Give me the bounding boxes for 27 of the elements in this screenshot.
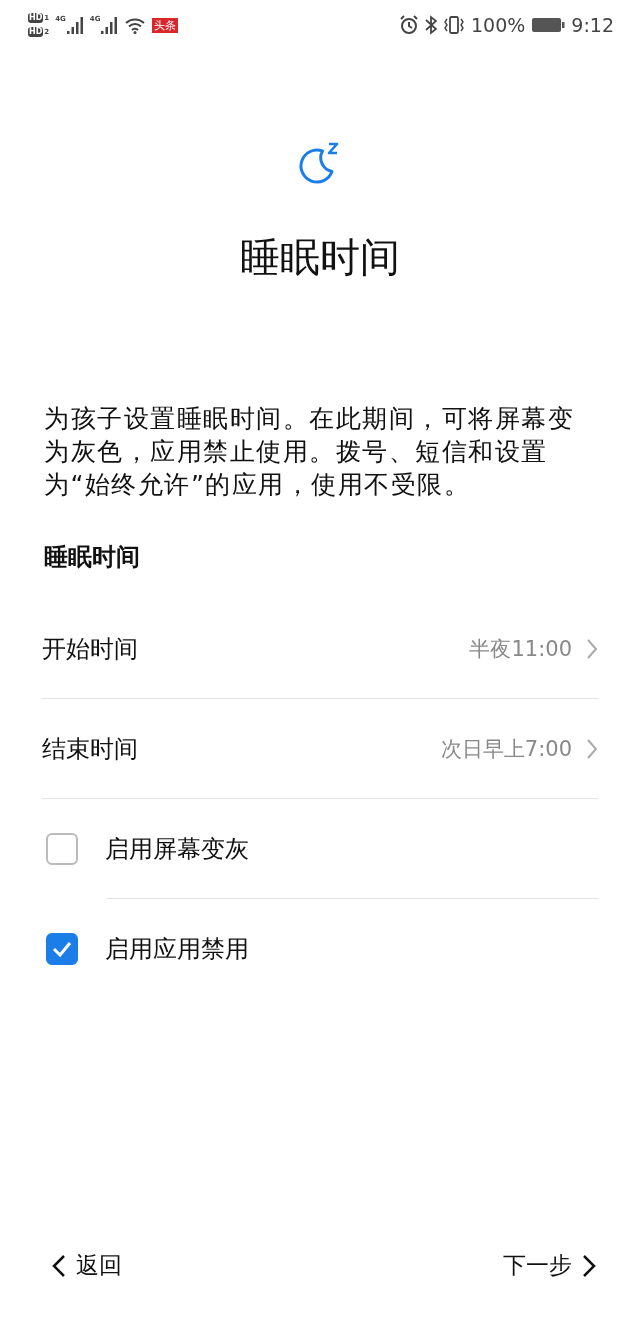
signal-icon — [65, 15, 84, 35]
chevron-left-icon — [52, 1253, 66, 1278]
checkbox-label: 启用应用禁用 — [105, 934, 249, 965]
signal-icon — [100, 15, 119, 35]
chevron-right-icon — [586, 737, 598, 760]
chevron-right-icon — [586, 637, 598, 660]
alarm-icon — [399, 15, 419, 35]
time-setting-row[interactable]: 开始时间 半夜11:00 — [42, 599, 598, 699]
time-setting-row[interactable]: 结束时间 次日早上7:00 — [42, 699, 598, 799]
checkbox[interactable] — [46, 833, 78, 865]
section-header: 睡眠时间 — [44, 542, 141, 573]
bluetooth-icon — [425, 15, 437, 35]
checkbox-label: 启用屏幕变灰 — [105, 834, 249, 865]
vibrate-icon — [443, 15, 465, 35]
clock-time: 9:12 — [571, 14, 614, 36]
hd-badge: HD — [28, 13, 44, 23]
description-text: 为孩子设置睡眠时间。在此期间，可将屏幕变为灰色，应用禁止使用。拨号、短信和设置为“始终允许”的应用，使用不受限。 — [44, 403, 575, 501]
battery-icon — [531, 17, 566, 33]
notification-badge: 头条 — [152, 17, 179, 33]
battery-percent: 100% — [471, 14, 526, 36]
chevron-right-icon — [582, 1253, 596, 1278]
back-button[interactable]: 返回 — [52, 1250, 122, 1281]
hd-badge: HD — [28, 27, 44, 37]
page-title: 睡眠时间 — [240, 233, 400, 282]
checkbox[interactable] — [46, 933, 78, 965]
next-button[interactable]: 下一步 — [503, 1250, 596, 1281]
wifi-icon — [124, 16, 147, 34]
